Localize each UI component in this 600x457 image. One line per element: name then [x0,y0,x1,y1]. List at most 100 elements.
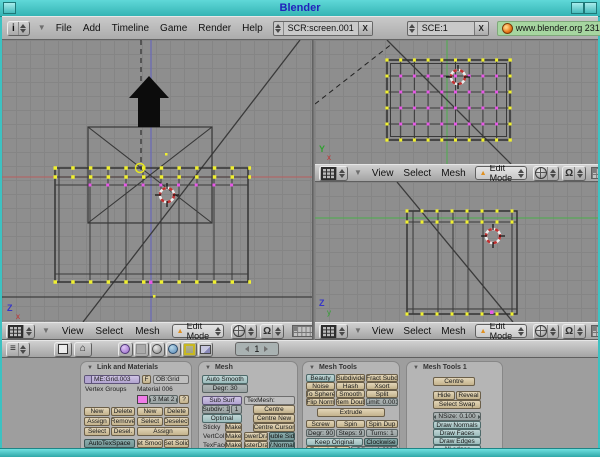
layer-grid-1[interactable] [591,167,598,179]
mesh-datablock-field[interactable]: ME:Grid.003 [84,375,140,384]
mode-dropdown[interactable]: ▲ Edit Mode [475,324,527,338]
viewport-side[interactable]: Z y [315,182,598,322]
fake-user-button[interactable]: F [142,375,151,384]
viewport-type-stepper[interactable] [336,167,346,180]
flip-normals-button[interactable]: Flip Norm [306,398,335,406]
reveal-button[interactable]: Reveal [456,391,481,400]
blender-org-link[interactable]: www.blender.org 231 [516,23,600,33]
centre-button[interactable]: Centre [433,377,475,386]
draw-type-button[interactable] [533,166,559,181]
subsurf-toggle[interactable]: Sub Surf [202,396,242,405]
xsort-button[interactable]: Xsort [366,382,398,390]
draw-type-stepper[interactable] [547,167,557,180]
double-sided-toggle[interactable]: Double Sided [269,432,295,441]
centre-button[interactable]: Centre [253,405,295,414]
draw-type-stepper[interactable] [245,325,255,338]
autotexspace-toggle[interactable]: AutoTexSpace [84,439,135,448]
material-assign-button[interactable]: Assign [137,427,189,436]
texmesh-field[interactable]: TexMesh: [244,396,295,405]
subdiv-render-spinner[interactable]: 1 [231,405,242,414]
scene-selector[interactable]: SCE:1 X [407,21,489,36]
close-window-icon[interactable] [584,2,597,14]
screen-selector-value[interactable]: SCR:screen.001 [284,22,358,35]
panel-header[interactable]: ▼ Link and Materials [81,362,191,373]
home-button[interactable]: ⌂ [74,342,92,357]
menu-view[interactable]: View [62,326,84,337]
vgroup-select-button[interactable]: Select [84,427,110,436]
screen-selector[interactable]: SCR:screen.001 X [273,21,373,36]
layer-buttons[interactable] [591,167,598,179]
vgroup-assign-button[interactable]: Assign [84,417,110,426]
panel-header[interactable]: ▼ Mesh [199,362,297,373]
degr-spinner[interactable]: Degr: 30 [202,384,248,393]
draw-type-stepper[interactable] [547,325,557,338]
edit-buttons-button[interactable] [182,342,197,357]
degr90-spinner[interactable]: Degr: 90 [306,429,335,437]
panel-align-button[interactable] [54,342,72,357]
subdiv-spinner[interactable]: Subdiv: 1 [202,405,230,414]
viewport-type-button[interactable] [319,166,348,181]
vertcol-make-button[interactable]: Make [225,432,242,441]
pivot-button[interactable]: Ω [260,324,284,339]
scene-selector-value[interactable]: SCE:1 [418,22,474,35]
vgroup-deselect-button[interactable]: Desel. [111,427,135,436]
fract-subd-button[interactable]: Fract Subd [366,374,398,382]
scene-selector-stepper[interactable] [408,22,418,35]
split-button[interactable]: Split [366,390,398,398]
material-new-button[interactable]: New [137,407,163,416]
subdivide-button[interactable]: Subdivide [336,374,365,382]
keep-original-toggle[interactable]: Keep Original [306,438,363,446]
centre-new-button[interactable]: Centre New [253,414,295,423]
pivot-stepper[interactable] [574,167,584,180]
layer-grid-1[interactable] [292,325,312,337]
collapse-triangle-icon[interactable]: ▼ [354,327,362,335]
title-bar[interactable]: Blender [0,0,600,17]
sticky-make-button[interactable]: Make [225,423,242,432]
window-type-stepper[interactable] [18,343,28,356]
material-delete-button[interactable]: Delete [164,407,189,416]
collapse-triangle-icon[interactable]: ▼ [42,327,50,335]
noise-button[interactable]: Noise [306,382,335,390]
select-swap-button[interactable]: Select Swap [433,400,481,409]
steps-spinner[interactable]: Steps: 9 [336,429,365,437]
set-solid-button[interactable]: Set Solid [164,439,189,448]
screw-button[interactable]: Screw [306,420,335,428]
viewport-front[interactable]: Z x [2,40,312,322]
image-buttons-button[interactable] [198,342,213,357]
menu-mesh[interactable]: Mesh [135,326,159,337]
extrude-button[interactable]: Extrude [317,408,385,417]
material-index-spinner[interactable]: 3 Mat 2 [149,395,178,404]
auto-smooth-toggle[interactable]: Auto Smooth [202,375,248,384]
collapse-triangle-icon[interactable]: ▼ [309,365,315,371]
material-deselect-button[interactable]: Deselect [164,417,189,426]
disabled-context-button[interactable] [134,342,149,357]
turns-spinner[interactable]: Turns: 1 [366,429,398,437]
collapse-triangle-icon[interactable]: ▼ [38,24,46,32]
screen-delete-button[interactable]: X [358,22,372,35]
smooth-button[interactable]: Smooth [336,390,365,398]
scene-delete-button[interactable]: X [474,22,488,35]
material-select-button[interactable]: Select [137,417,163,426]
viewport-type-button[interactable] [319,324,348,339]
frame-forward-icon[interactable] [264,346,271,352]
pivot-stepper[interactable] [272,325,282,338]
draw-type-button[interactable] [533,324,559,339]
object-name-field[interactable]: OB:Grid [153,375,189,384]
pivot-button[interactable]: Ω [562,324,586,339]
window-type-stepper[interactable] [18,22,28,35]
draw-type-button[interactable] [231,324,257,339]
active-layer[interactable] [592,326,596,331]
menu-add[interactable]: Add [83,23,101,34]
slower-draw-button[interactable]: SlowerDraw [244,432,268,441]
menu-game[interactable]: Game [160,23,187,34]
menu-select[interactable]: Select [95,326,123,337]
menu-timeline[interactable]: Timeline [112,23,149,34]
menu-view[interactable]: View [372,326,394,337]
nsize-spinner[interactable]: NSize: 0.100 [433,412,481,421]
window-type-button[interactable]: i [7,21,30,36]
centre-cursor-button[interactable]: Centre Cursor [253,423,295,432]
frame-counter[interactable]: 1 [235,342,279,356]
pivot-button[interactable]: Ω [562,166,586,181]
vgroup-new-button[interactable]: New [84,407,110,416]
layer-buttons[interactable] [292,325,312,337]
